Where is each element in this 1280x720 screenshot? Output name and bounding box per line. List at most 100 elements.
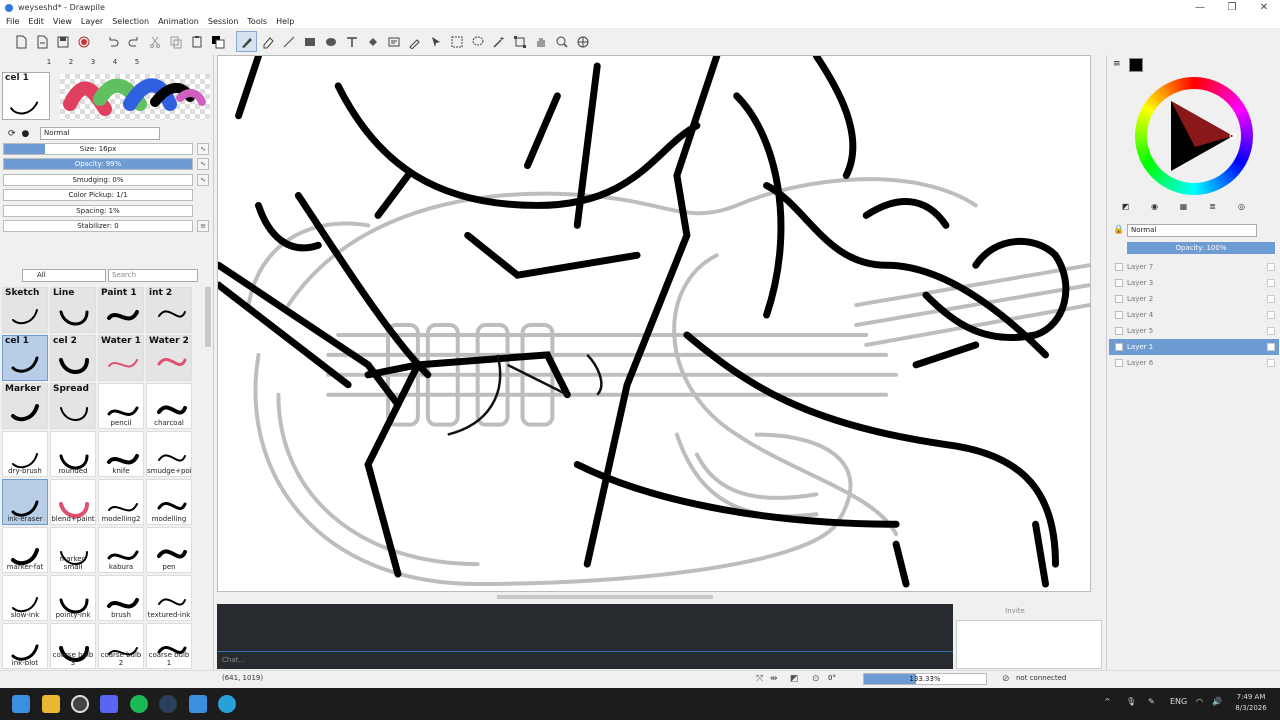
layer-lock-icon[interactable]: 🔒 [1113,225,1124,235]
brush-slot-5[interactable]: 5 [126,58,148,66]
drawpile-taskbar-icon[interactable] [218,695,236,713]
rectangle-tool-icon[interactable] [299,31,320,52]
brush-preset[interactable]: ink-eraser [2,479,48,525]
layer-visibility-icon[interactable] [1115,327,1123,335]
save-icon[interactable] [52,31,73,52]
brush-preset[interactable]: coarse bulb 3 [50,623,96,669]
new-file-icon[interactable] [10,31,31,52]
brush-preset[interactable]: modelling [146,479,192,525]
eraser-icon[interactable] [257,31,278,52]
brush-preset[interactable]: pen [146,527,192,573]
tray-overflow-icon[interactable]: ^ [1104,697,1111,706]
color-menu-icon[interactable]: ≡ [1113,59,1121,69]
laser-pointer-icon[interactable] [425,31,446,52]
layer-checkbox[interactable] [1267,327,1275,335]
brush-shape-icon[interactable]: ● [22,129,30,139]
layer-row[interactable]: Layer 3 [1109,275,1279,291]
open-file-icon[interactable] [31,31,52,52]
ellipse-tool-icon[interactable] [320,31,341,52]
stabilizer-menu-icon[interactable]: ≡ [197,220,209,232]
chat-input[interactable]: Chat... [217,651,953,669]
menu-help[interactable]: Help [276,17,294,26]
lasso-select-icon[interactable] [467,31,488,52]
brush-preset[interactable]: Marker [2,383,48,429]
layer-visibility-icon[interactable] [1115,279,1123,287]
brush-preset[interactable]: charcoal [146,383,192,429]
brush-preset[interactable]: kabura [98,527,144,573]
fill-tool-icon[interactable] [362,31,383,52]
layer-checkbox[interactable] [1267,279,1275,287]
brush-preset[interactable]: marker-fat [2,527,48,573]
annotation-tool-icon[interactable] [383,31,404,52]
brush-search-input[interactable]: Search [108,269,198,282]
layer-visibility-icon[interactable] [1115,295,1123,303]
layer-row[interactable]: Layer 7 [1109,259,1279,275]
menu-selection[interactable]: Selection [112,17,149,26]
brush-preset[interactable]: knife [98,431,144,477]
layer-checkbox[interactable] [1267,263,1275,271]
freehand-brush-icon[interactable] [236,31,257,52]
menu-view[interactable]: View [53,17,72,26]
brush-preset[interactable]: modelling2 [98,479,144,525]
brush-stabilizer-slider[interactable]: Stabilizer: 0 [3,220,193,232]
layer-row[interactable]: Layer 5 [1109,323,1279,339]
fit-view-icon[interactable]: ⤧ [756,674,763,684]
layer-opacity-slider[interactable]: Opacity: 100% [1127,242,1275,254]
current-color-swatch[interactable] [1129,58,1143,72]
spotify-icon[interactable] [130,695,148,713]
menu-animation[interactable]: Animation [158,17,199,26]
line-tool-icon[interactable] [278,31,299,52]
brush-preset[interactable]: cel 2 [50,335,96,381]
invite-button[interactable]: Invite [996,605,1034,617]
brush-slot-3[interactable]: 3 [82,58,104,66]
start-icon[interactable] [12,695,30,713]
layer-row[interactable]: Layer 1 [1109,339,1279,355]
brush-color-pickup-slider[interactable]: Color Pickup: 1/1 [3,189,193,201]
rotate-icon[interactable]: ⊙ [812,674,820,684]
brush-preset[interactable]: coarse bulb 1 [146,623,192,669]
brush-preset[interactable]: brush [98,575,144,621]
brush-preset[interactable]: smudge+point [146,431,192,477]
rotation-value[interactable]: 0° [828,674,836,682]
chrome-icon[interactable] [71,695,89,713]
brush-preset[interactable]: cel 1 [2,335,48,381]
brush-preset[interactable]: marker-small [50,527,96,573]
pan-hand-icon[interactable] [530,31,551,52]
language-indicator[interactable]: ENG [1170,697,1187,706]
brush-preset[interactable]: rounded [50,431,96,477]
flip-icon[interactable]: ⇹ [770,674,778,684]
layer-checkbox[interactable] [1267,343,1275,351]
brush-preset[interactable]: coarse bulb 2 [98,623,144,669]
menu-session[interactable]: Session [208,17,239,26]
layer-row[interactable]: Layer 6 [1109,355,1279,371]
text-tool-icon[interactable] [341,31,362,52]
mirror-icon[interactable]: ◩ [790,674,799,684]
brush-spacing-slider[interactable]: Spacing: 1% [3,205,193,217]
menu-file[interactable]: File [6,17,19,26]
copy-icon[interactable] [165,31,186,52]
transform-icon[interactable] [509,31,530,52]
smudging-pressure-icon[interactable]: ∿ [197,174,209,186]
tab-settings-icon[interactable]: ◎ [1227,202,1256,214]
brush-preset[interactable]: ink-blot [2,623,48,669]
brush-smudging-slider[interactable]: Smudging: 0% [3,174,193,186]
drawing-canvas[interactable] [217,55,1091,592]
tab-sliders-icon[interactable]: ≣ [1198,202,1227,214]
brush-mode-icon[interactable]: ⟳ [8,129,16,139]
color-swatch-icon[interactable] [207,31,228,52]
menu-tools[interactable]: Tools [247,17,267,26]
brush-preset[interactable]: Water 1 [98,335,144,381]
brush-preset[interactable]: Paint 1 [98,287,144,333]
canvas-horizontal-scrollbar[interactable] [217,592,1092,602]
discord-icon[interactable] [100,695,118,713]
color-wheel[interactable] [1135,77,1253,195]
layer-visibility-icon[interactable] [1115,311,1123,319]
brush-preset[interactable]: pointy-ink [50,575,96,621]
inspector-icon[interactable] [572,31,593,52]
brush-preset[interactable]: textured-ink [146,575,192,621]
brush-category-select[interactable]: All [22,269,106,282]
steam-icon[interactable] [159,695,177,713]
size-pressure-icon[interactable]: ∿ [197,143,209,155]
brush-preset[interactable]: Water 2 [146,335,192,381]
layer-row[interactable]: Layer 4 [1109,307,1279,323]
